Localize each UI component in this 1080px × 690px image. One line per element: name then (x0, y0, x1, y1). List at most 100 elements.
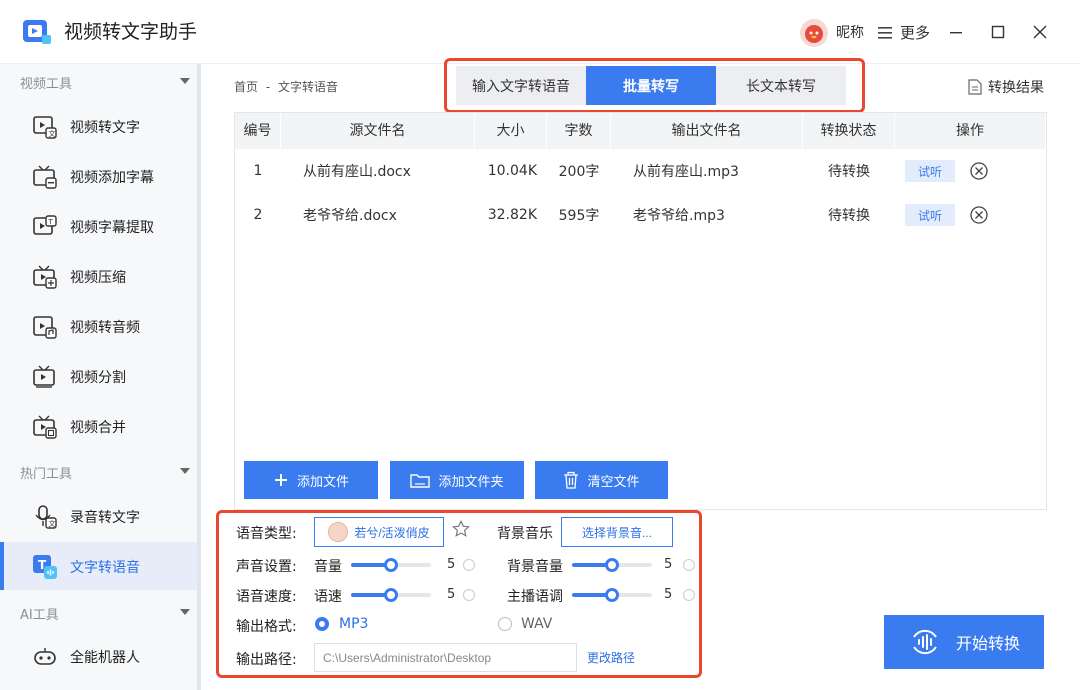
start-convert-button[interactable]: 开始转换 (884, 615, 1044, 669)
favorite-star-icon[interactable] (452, 520, 470, 538)
tv-merge-icon (33, 415, 57, 439)
tab-long-text-convert[interactable]: 长文本转写 (716, 66, 846, 105)
close-button[interactable] (1028, 20, 1052, 44)
voice-type-button[interactable]: 若兮/活泼俏皮 (314, 517, 444, 547)
pitch-slider[interactable] (572, 588, 652, 602)
format-mp3-radio[interactable] (315, 617, 329, 631)
tv-split-icon (33, 365, 55, 388)
speed-label: 语速 (314, 589, 342, 605)
sidebar-item-video-to-text[interactable]: 文 视频转文字 (0, 102, 197, 150)
conversion-result-link[interactable]: 转换结果 (968, 77, 1044, 97)
column-header: 字数 (547, 113, 611, 149)
sidebar-group-video-tools[interactable]: 视频工具 (20, 73, 72, 92)
sidebar-item-compress[interactable]: 视频压缩 (0, 252, 197, 300)
volume-slider-knob[interactable] (384, 558, 398, 572)
tab-input-text-to-speech[interactable]: 输入文字转语音 (456, 66, 586, 105)
pitch-reset-icon[interactable] (683, 589, 695, 601)
sidebar-item-label: 全能机器人 (70, 650, 140, 666)
text-speech-icon: T (33, 555, 57, 579)
bg-volume-slider[interactable] (572, 558, 652, 572)
chevron-down-icon[interactable] (180, 78, 190, 84)
folder-icon (410, 474, 431, 488)
svg-text:T: T (48, 218, 54, 226)
chevron-down-icon[interactable] (180, 468, 190, 474)
volume-value: 5 (447, 557, 456, 572)
sidebar-item-text-to-speech[interactable]: T 文字转语音 (0, 542, 197, 590)
sidebar-item-label: 录音转文字 (70, 510, 140, 526)
breadcrumb-separator: - (265, 80, 271, 94)
tab-bar: 输入文字转语音 批量转写 长文本转写 (456, 66, 846, 105)
svg-text:文: 文 (49, 519, 56, 528)
tv-compress-icon (33, 265, 57, 289)
sidebar-item-label: 视频合并 (70, 420, 126, 436)
speed-slider-knob[interactable] (384, 588, 398, 602)
video-audio-icon (33, 316, 57, 339)
row-actions: 试听 (895, 160, 1046, 182)
maximize-button[interactable] (986, 20, 1010, 44)
bg-volume-reset-icon[interactable] (683, 559, 695, 571)
format-wav-label[interactable]: WAV (521, 616, 552, 632)
nickname[interactable]: 昵称 (836, 22, 864, 42)
format-mp3-label[interactable]: MP3 (339, 616, 368, 632)
sidebar-item-video-to-audio[interactable]: 视频转音频 (0, 302, 197, 350)
conversion-result-label: 转换结果 (988, 80, 1044, 96)
minimize-button[interactable] (944, 20, 968, 44)
conversion-status: 待转换 (828, 164, 870, 180)
video-text-icon: 文 (33, 116, 57, 139)
speed-slider[interactable] (351, 588, 431, 602)
output-path-input[interactable] (314, 643, 577, 672)
bg-volume-slider-knob[interactable] (605, 558, 619, 572)
file-size: 32.82K (487, 207, 537, 223)
add-folder-label: 添加文件夹 (438, 473, 504, 489)
column-header: 输出文件名 (611, 113, 803, 149)
sidebar-item-label: 视频添加字幕 (70, 170, 154, 186)
sidebar-group-ai-tools[interactable]: AI工具 (20, 604, 59, 623)
sidebar-group-hot-tools[interactable]: 热门工具 (20, 463, 72, 482)
maximize-icon (991, 25, 1005, 39)
add-file-button[interactable]: 添加文件 (244, 461, 378, 499)
robot-icon (34, 648, 56, 665)
pitch-slider-knob[interactable] (605, 588, 619, 602)
speed-reset-icon[interactable] (463, 589, 475, 601)
breadcrumb-home[interactable]: 首页 (234, 80, 258, 94)
clear-files-button[interactable]: 清空文件 (535, 461, 668, 499)
menu-icon[interactable] (878, 27, 892, 39)
word-count: 200字 (558, 164, 600, 180)
sidebar-item-merge[interactable]: 视频合并 (0, 402, 197, 450)
change-path-link[interactable]: 更改路径 (587, 649, 635, 666)
column-header: 操作 (895, 113, 1046, 149)
sidebar-item-split[interactable]: 视频分割 (0, 352, 197, 400)
volume-slider[interactable] (351, 558, 431, 572)
volume-reset-icon[interactable] (463, 559, 475, 571)
remove-icon[interactable] (969, 161, 989, 181)
listen-button[interactable]: 试听 (905, 160, 955, 182)
listen-button[interactable]: 试听 (905, 204, 955, 226)
sidebar-item-add-subtitle[interactable]: 视频添加字幕 (0, 152, 197, 200)
voice-type-value: 若兮/活泼俏皮 (354, 525, 430, 540)
more-menu[interactable]: 更多 (900, 22, 930, 43)
pitch-label: 主播语调 (507, 589, 563, 605)
title-bar: 视频转文字助手 昵称 更多 (0, 0, 1080, 64)
sidebar-item-robot[interactable]: 全能机器人 (0, 632, 197, 680)
tab-batch-convert[interactable]: 批量转写 (586, 66, 716, 105)
user-avatar[interactable] (800, 19, 828, 47)
add-file-label: 添加文件 (296, 473, 349, 489)
mic-text-icon: 文 (35, 505, 57, 529)
add-folder-button[interactable]: 添加文件夹 (390, 461, 524, 499)
remove-icon[interactable] (969, 205, 989, 225)
avatar-icon (805, 25, 823, 43)
sidebar-item-label: 视频分割 (70, 370, 126, 386)
sidebar-item-label: 视频转音频 (70, 320, 140, 336)
sidebar-scrollbar[interactable] (197, 64, 201, 690)
column-header: 编号 (235, 113, 281, 149)
table-row[interactable]: 1 从前有座山.docx 10.04K 200字 从前有座山.mp3 待转换 试… (235, 149, 1046, 193)
sidebar-item-audio-to-text[interactable]: 文 录音转文字 (0, 492, 197, 540)
chevron-down-icon[interactable] (180, 609, 190, 615)
format-wav-radio[interactable] (498, 617, 512, 631)
word-count: 595字 (558, 208, 600, 224)
select-bgm-button[interactable]: 选择背景音... (561, 517, 673, 547)
sidebar-item-extract-subtitle[interactable]: T 视频字幕提取 (0, 202, 197, 250)
table-row[interactable]: 2 老爷爷给.docx 32.82K 595字 老爷爷给.mp3 待转换 试听 (235, 193, 1046, 237)
conversion-status: 待转换 (828, 208, 870, 224)
bgm-label: 背景音乐 (497, 526, 553, 542)
